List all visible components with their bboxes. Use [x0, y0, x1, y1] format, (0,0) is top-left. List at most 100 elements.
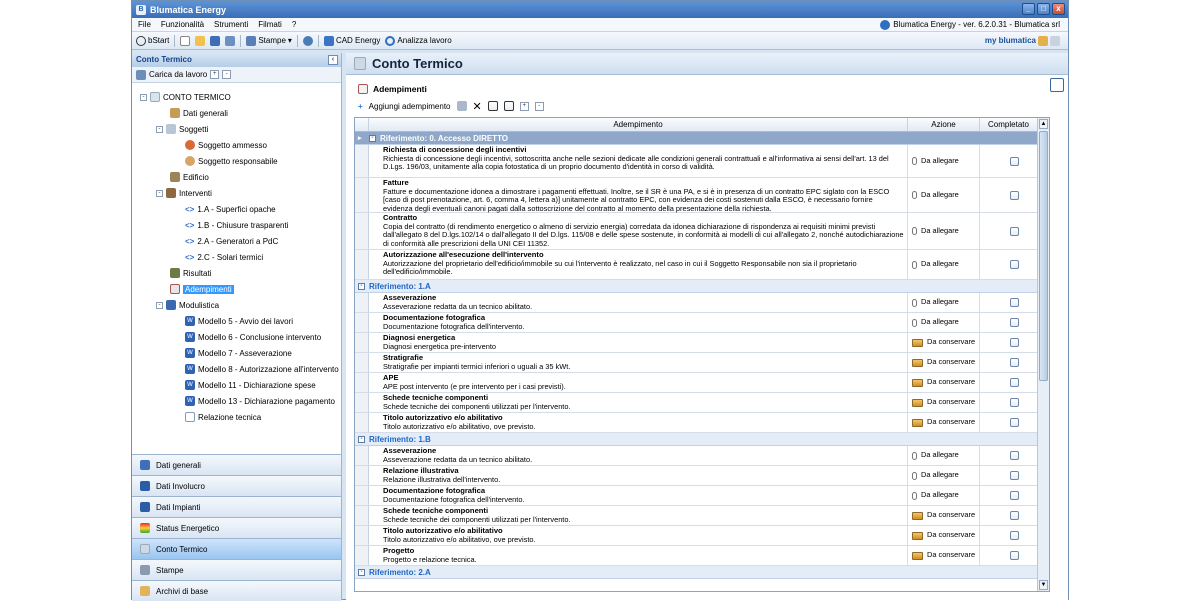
tree-item-modello-5[interactable]: W Modello 5 - Avvio dei lavori: [185, 314, 293, 328]
row-selector[interactable]: [355, 213, 369, 249]
collapse-icon[interactable]: -: [156, 189, 163, 197]
stampe-button[interactable]: Stampe ▾: [246, 35, 292, 46]
row-selector[interactable]: [355, 546, 369, 565]
completato-checkbox[interactable]: [1010, 260, 1019, 269]
table-row[interactable]: Titolo autorizzativo e/o abilitativo Tito…: [355, 413, 1049, 433]
collapse-icon[interactable]: -: [358, 435, 365, 443]
azione-cell[interactable]: Da allegare: [908, 486, 980, 505]
my-blumatica-area[interactable]: my blumatica: [985, 35, 1060, 46]
azione-cell[interactable]: Da conservare: [908, 333, 980, 352]
completato-checkbox[interactable]: [1010, 471, 1019, 480]
tree-item-modello-7[interactable]: W Modello 7 - Asseverazione: [185, 346, 292, 360]
completato-checkbox[interactable]: [1010, 418, 1019, 427]
row-selector[interactable]: [355, 373, 369, 392]
azione-cell[interactable]: Da allegare: [908, 313, 980, 332]
group-row-1a[interactable]: - Riferimento: 1.A: [355, 280, 1049, 293]
azione-cell[interactable]: Da conservare: [908, 506, 980, 525]
carica-da-lavoro-button[interactable]: Carica da lavoro: [149, 70, 207, 79]
table-row[interactable]: Asseverazione Asseverazione redatta da un…: [355, 446, 1049, 466]
tree-item-intervento-2c[interactable]: <> 2.C - Solari termici: [185, 250, 263, 264]
table-row[interactable]: Diagnosi energetica Diagnosi energetica p…: [355, 333, 1049, 353]
completato-checkbox[interactable]: [1010, 451, 1019, 460]
azione-cell[interactable]: Da conservare: [908, 353, 980, 372]
nav-conto-termico[interactable]: Conto Termico: [132, 538, 341, 559]
tree-item-intervento-1a[interactable]: <> 1.A - Superfici opache: [185, 202, 276, 216]
tree-item-relazione-tecnica[interactable]: Relazione tecnica: [185, 410, 261, 424]
tree-item-soggetti[interactable]: - Soggetti: [156, 122, 208, 136]
collapse-icon[interactable]: -: [369, 134, 376, 142]
close-button[interactable]: x: [1052, 3, 1065, 15]
table-row[interactable]: Asseverazione Asseverazione redatta da un…: [355, 293, 1049, 313]
azione-cell[interactable]: Da conservare: [908, 373, 980, 392]
row-selector[interactable]: [355, 178, 369, 212]
completato-checkbox[interactable]: [1010, 156, 1019, 166]
tree-item-intervento-1b[interactable]: <> 1.B - Chiusure trasparenti: [185, 218, 289, 232]
uncheck-all-icon[interactable]: [503, 101, 514, 111]
table-row[interactable]: Progetto Progetto e relazione tecnica. Da …: [355, 546, 1049, 566]
row-selector[interactable]: [355, 413, 369, 432]
save-icon[interactable]: [210, 35, 221, 46]
save-all-icon[interactable]: [225, 35, 236, 46]
azione-cell[interactable]: Da allegare: [908, 446, 980, 465]
row-selector[interactable]: [355, 293, 369, 312]
tree-item-soggetto-responsabile[interactable]: Soggetto responsabile: [185, 154, 278, 168]
completato-checkbox[interactable]: [1010, 318, 1019, 327]
tree-item-soggetto-ammesso[interactable]: Soggetto ammesso: [185, 138, 267, 152]
completato-checkbox[interactable]: [1010, 491, 1019, 500]
azione-cell[interactable]: Da allegare: [908, 178, 980, 212]
collapse-icon[interactable]: -: [156, 301, 163, 309]
menu-file[interactable]: File: [138, 20, 151, 29]
menu-filmati[interactable]: Filmati: [258, 20, 282, 29]
cad-energy-button[interactable]: CAD Energy: [323, 35, 380, 46]
nav-status-energetico[interactable]: Status Energetico: [132, 517, 341, 538]
support-icon[interactable]: [1038, 35, 1048, 46]
tree-item-edificio[interactable]: Edificio: [170, 170, 209, 184]
minimize-button[interactable]: _: [1022, 3, 1035, 15]
completato-checkbox[interactable]: [1010, 358, 1019, 367]
tree-item-root[interactable]: - CONTO TERMICO: [140, 90, 231, 104]
row-selector[interactable]: [355, 506, 369, 525]
azione-cell[interactable]: Da conservare: [908, 393, 980, 412]
completato-checkbox[interactable]: [1010, 511, 1019, 520]
group-row-1b[interactable]: - Riferimento: 1.B: [355, 433, 1049, 446]
menu-strumenti[interactable]: Strumenti: [214, 20, 248, 29]
tree-item-modello-13[interactable]: W Modello 13 - Dichiarazione pagamento: [185, 394, 335, 408]
completato-checkbox[interactable]: [1010, 551, 1019, 560]
completato-checkbox[interactable]: [1010, 531, 1019, 540]
tree-item-modello-6[interactable]: W Modello 6 - Conclusione intervento: [185, 330, 321, 344]
nav-archivi-di-base[interactable]: Archivi di base: [132, 580, 341, 601]
table-row[interactable]: Schede tecniche componenti Schede tecnich…: [355, 506, 1049, 526]
tree-item-intervento-2a[interactable]: <> 2.A - Generatori a PdC: [185, 234, 278, 248]
vertical-scrollbar[interactable]: ▲ ▼: [1037, 118, 1049, 591]
nav-dati-generali[interactable]: Dati generali: [132, 454, 341, 475]
nav-stampe[interactable]: Stampe: [132, 559, 341, 580]
menu-funzionalita[interactable]: Funzionalità: [161, 20, 204, 29]
info-icon[interactable]: [1050, 35, 1060, 46]
nav-dati-impianti[interactable]: Dati Impianti: [132, 496, 341, 517]
expand-all-icon[interactable]: +: [210, 70, 220, 79]
table-row[interactable]: Stratigrafie Stratigrafie per impianti te…: [355, 353, 1049, 373]
azione-cell[interactable]: Da allegare: [908, 250, 980, 279]
table-row[interactable]: Richiesta di concessione degli incentivi…: [355, 145, 1049, 178]
completato-checkbox[interactable]: [1010, 338, 1019, 347]
table-row[interactable]: Contratto Copia del contratto (di rendime…: [355, 213, 1049, 250]
azione-cell[interactable]: Da conservare: [908, 413, 980, 432]
tree-item-interventi[interactable]: - Interventi: [156, 186, 212, 200]
table-row[interactable]: Documentazione fotografica Documentazione…: [355, 486, 1049, 506]
table-row[interactable]: Documentazione fotografica Documentazione…: [355, 313, 1049, 333]
row-selector[interactable]: [355, 313, 369, 332]
row-selector[interactable]: [355, 466, 369, 485]
bstart-button[interactable]: bStart: [136, 35, 169, 46]
nav-dati-involucro[interactable]: Dati Involucro: [132, 475, 341, 496]
new-file-icon[interactable]: [180, 35, 191, 46]
scroll-down-icon[interactable]: ▼: [1039, 580, 1048, 590]
collapse-section-icon[interactable]: [1050, 78, 1064, 92]
row-selector[interactable]: [355, 393, 369, 412]
tree-item-modello-11[interactable]: W Modello 11 - Dichiarazione spese: [185, 378, 316, 392]
table-row[interactable]: Relazione illustrativa Relazione illustra…: [355, 466, 1049, 486]
row-selector[interactable]: [355, 145, 369, 177]
collapse-panel-icon[interactable]: ‹: [328, 55, 338, 65]
tree-item-risultati[interactable]: Risultati: [170, 266, 211, 280]
row-selector[interactable]: [355, 446, 369, 465]
collapse-all-icon[interactable]: -: [222, 70, 232, 79]
